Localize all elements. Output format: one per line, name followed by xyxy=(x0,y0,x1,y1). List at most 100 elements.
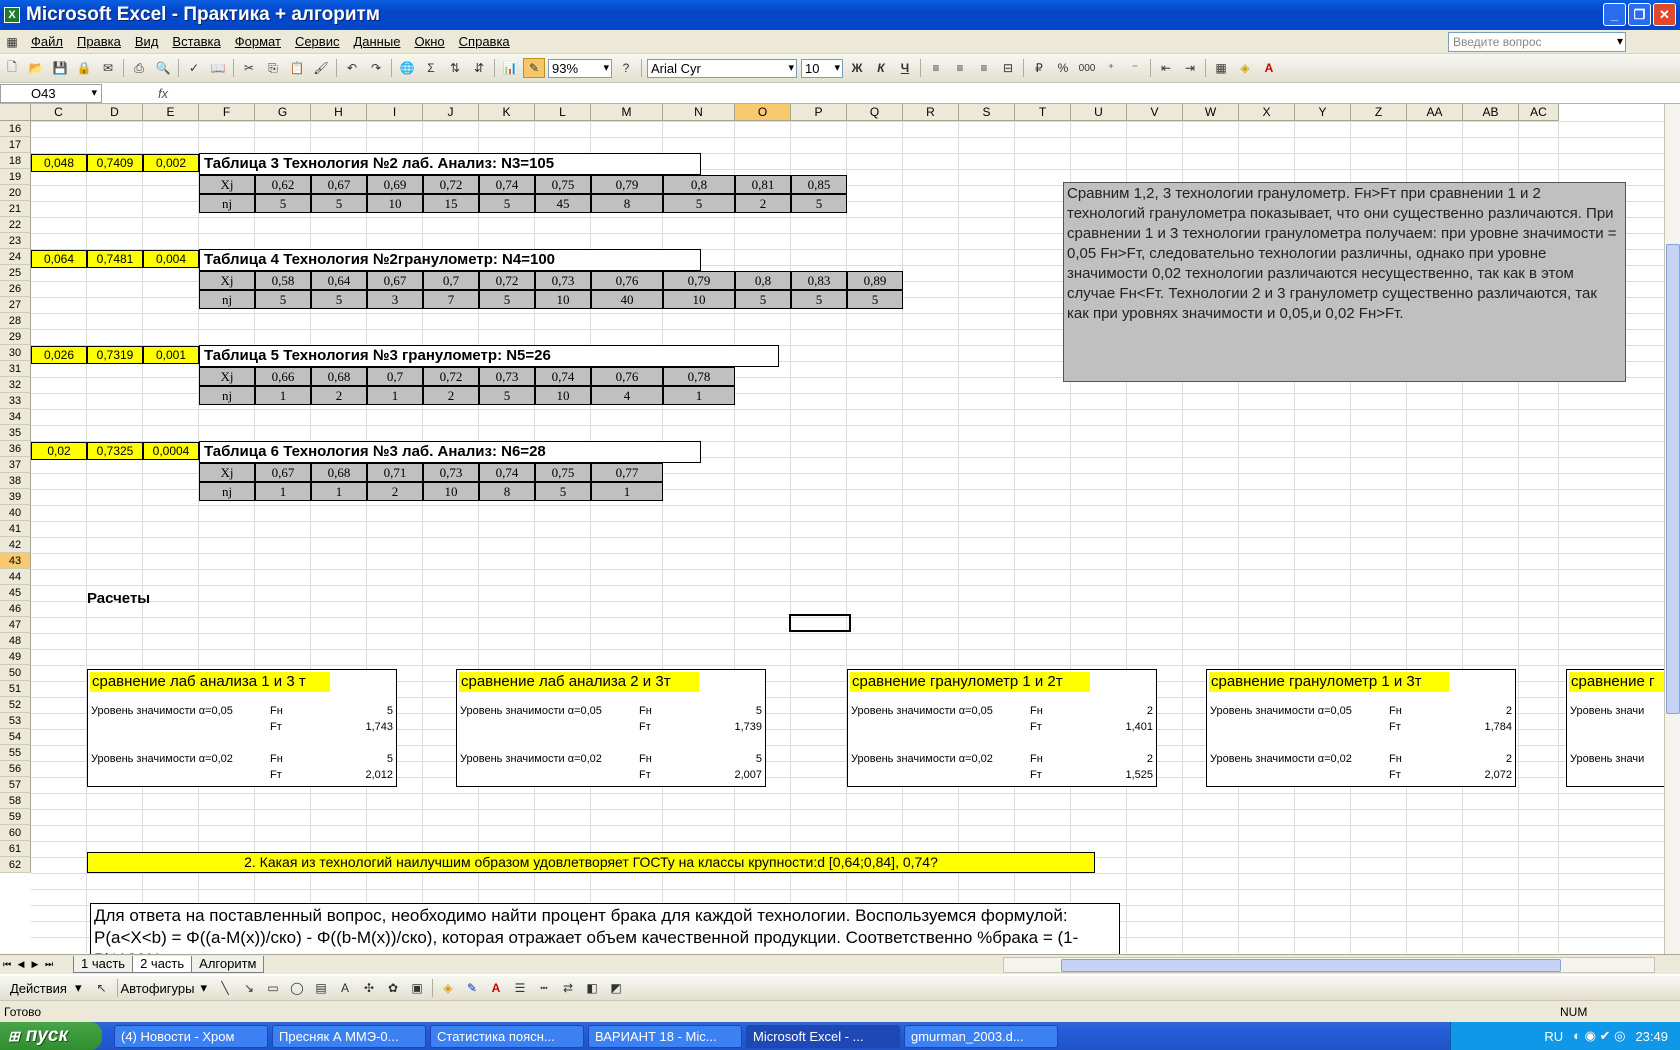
col-header-AB[interactable]: AB xyxy=(1463,104,1519,121)
redo-icon[interactable]: ↷ xyxy=(365,58,387,78)
nj-label[interactable]: nj xyxy=(199,482,255,501)
decrease-indent-icon[interactable]: ⇤ xyxy=(1155,58,1177,78)
row-header-48[interactable]: 48 xyxy=(0,633,31,649)
row-header-30[interactable]: 30 xyxy=(0,345,31,361)
xj-cell[interactable]: 0,75 xyxy=(535,463,591,482)
task-djvu[interactable]: gmurman_2003.d... xyxy=(904,1024,1058,1048)
row-header-57[interactable]: 57 xyxy=(0,777,31,793)
fx-icon[interactable]: fx xyxy=(158,86,168,101)
row-header-37[interactable]: 37 xyxy=(0,457,31,473)
col-header-Z[interactable]: Z xyxy=(1351,104,1407,121)
language-indicator[interactable]: RU xyxy=(1544,1029,1563,1044)
minimize-button[interactable]: _ xyxy=(1603,3,1626,26)
task-word2[interactable]: Статистика поясн... xyxy=(430,1024,584,1048)
xj-cell[interactable]: 0,66 xyxy=(255,367,311,386)
xj-cell[interactable]: 0,78 xyxy=(663,367,735,386)
y-value-cell[interactable]: 0,7409 xyxy=(87,154,143,172)
xj-cell[interactable]: 0,72 xyxy=(479,271,535,290)
nj-cell[interactable]: 5 xyxy=(535,482,591,501)
y-value-cell[interactable]: 0,7481 xyxy=(87,250,143,268)
cut-icon[interactable]: ✂ xyxy=(238,58,260,78)
xj-cell[interactable]: 0,74 xyxy=(479,463,535,482)
row-header-62[interactable]: 62 xyxy=(0,857,31,873)
xj-cell[interactable]: 0,79 xyxy=(663,271,735,290)
row-header-40[interactable]: 40 xyxy=(0,505,31,521)
nj-cell[interactable]: 8 xyxy=(479,482,535,501)
nj-cell[interactable]: 1 xyxy=(367,386,423,405)
spelling-icon[interactable]: ✓ xyxy=(183,58,205,78)
xj-label[interactable]: Xj xyxy=(199,367,255,386)
xj-cell[interactable]: 0,85 xyxy=(791,175,847,194)
menu-view[interactable]: Вид xyxy=(128,34,166,49)
col-header-J[interactable]: J xyxy=(423,104,479,121)
y-value-cell[interactable]: 0,048 xyxy=(31,154,87,172)
xj-cell[interactable]: 0,62 xyxy=(255,175,311,194)
fill-color-icon[interactable]: ◈ xyxy=(1234,58,1256,78)
nj-cell[interactable]: 5 xyxy=(479,290,535,309)
nj-cell[interactable]: 3 xyxy=(367,290,423,309)
sheet-tab-part1[interactable]: 1 часть xyxy=(73,956,134,973)
xj-cell[interactable]: 0,8 xyxy=(735,271,791,290)
col-header-V[interactable]: V xyxy=(1127,104,1183,121)
row-header-35[interactable]: 35 xyxy=(0,425,31,441)
nj-label[interactable]: nj xyxy=(199,194,255,213)
row-header-38[interactable]: 38 xyxy=(0,473,31,489)
arrow-icon[interactable]: ↘ xyxy=(238,978,260,998)
xj-cell[interactable]: 0,58 xyxy=(255,271,311,290)
prev-sheet-icon[interactable]: ◀ xyxy=(14,959,28,970)
col-header-Y[interactable]: Y xyxy=(1295,104,1351,121)
nj-cell[interactable]: 10 xyxy=(535,386,591,405)
open-icon[interactable]: 📂 xyxy=(25,58,47,78)
col-header-N[interactable]: N xyxy=(663,104,735,121)
sheet-tab-part2[interactable]: 2 часть xyxy=(132,956,193,973)
font-size-select[interactable]: 10 xyxy=(801,58,843,78)
row-header-29[interactable]: 29 xyxy=(0,329,31,345)
bold-button[interactable]: Ж xyxy=(846,58,868,78)
y-value-cell[interactable]: 0,02 xyxy=(31,442,87,460)
col-header-X[interactable]: X xyxy=(1239,104,1295,121)
help-search-input[interactable]: Введите вопрос xyxy=(1448,32,1626,52)
nj-cell[interactable]: 5 xyxy=(663,194,735,213)
nj-cell[interactable]: 5 xyxy=(847,290,903,309)
xj-cell[interactable]: 0,72 xyxy=(423,367,479,386)
xj-cell[interactable]: 0,74 xyxy=(535,367,591,386)
xj-label[interactable]: Xj xyxy=(199,175,255,194)
nj-cell[interactable]: 10 xyxy=(423,482,479,501)
percent-button[interactable]: % xyxy=(1052,58,1074,78)
menu-format[interactable]: Формат xyxy=(228,34,288,49)
row-header-55[interactable]: 55 xyxy=(0,745,31,761)
xj-cell[interactable]: 0,68 xyxy=(311,367,367,386)
nj-cell[interactable]: 2 xyxy=(311,386,367,405)
first-sheet-icon[interactable]: ⏮ xyxy=(0,959,14,970)
row-header-41[interactable]: 41 xyxy=(0,521,31,537)
col-header-AA[interactable]: AA xyxy=(1407,104,1463,121)
underline-button[interactable]: Ч xyxy=(894,58,916,78)
col-header-W[interactable]: W xyxy=(1183,104,1239,121)
nj-cell[interactable]: 15 xyxy=(423,194,479,213)
line-icon[interactable]: ╲ xyxy=(214,978,236,998)
sheet-tab-algorithm[interactable]: Алгоритм xyxy=(191,956,265,973)
nj-label[interactable]: nj xyxy=(199,386,255,405)
task-chrome[interactable]: (4) Новости - Хром xyxy=(114,1024,268,1048)
question-cell[interactable]: 2. Какая из технологий наилучшим образом… xyxy=(87,852,1095,873)
nj-cell[interactable]: 4 xyxy=(591,386,663,405)
nj-cell[interactable]: 5 xyxy=(311,290,367,309)
answer-textbox[interactable]: Для ответа на поставленный вопрос, необх… xyxy=(90,903,1120,955)
table-title[interactable]: Таблица 3 Технология №2 лаб. Анализ: N3=… xyxy=(199,153,701,175)
textbox-icon[interactable]: ▤ xyxy=(310,978,332,998)
row-header-44[interactable]: 44 xyxy=(0,569,31,585)
table-title[interactable]: Таблица 6 Технология №3 лаб. Анализ: N6=… xyxy=(199,441,701,463)
font-select[interactable]: Arial Cyr xyxy=(647,58,797,78)
nj-cell[interactable]: 5 xyxy=(311,194,367,213)
row-header-25[interactable]: 25 xyxy=(0,265,31,281)
select-pointer-icon[interactable]: ↖ xyxy=(91,978,113,998)
line-color-icon[interactable]: ✎ xyxy=(461,978,483,998)
nj-cell[interactable]: 1 xyxy=(255,386,311,405)
rectangle-icon[interactable]: ▭ xyxy=(262,978,284,998)
y-value-cell[interactable]: 0,0004 xyxy=(143,442,199,460)
row-header-56[interactable]: 56 xyxy=(0,761,31,777)
row-header-51[interactable]: 51 xyxy=(0,681,31,697)
align-right-icon[interactable]: ≡ xyxy=(973,58,995,78)
3d-icon[interactable]: ◩ xyxy=(605,978,627,998)
horizontal-scrollbar[interactable] xyxy=(1003,957,1655,973)
